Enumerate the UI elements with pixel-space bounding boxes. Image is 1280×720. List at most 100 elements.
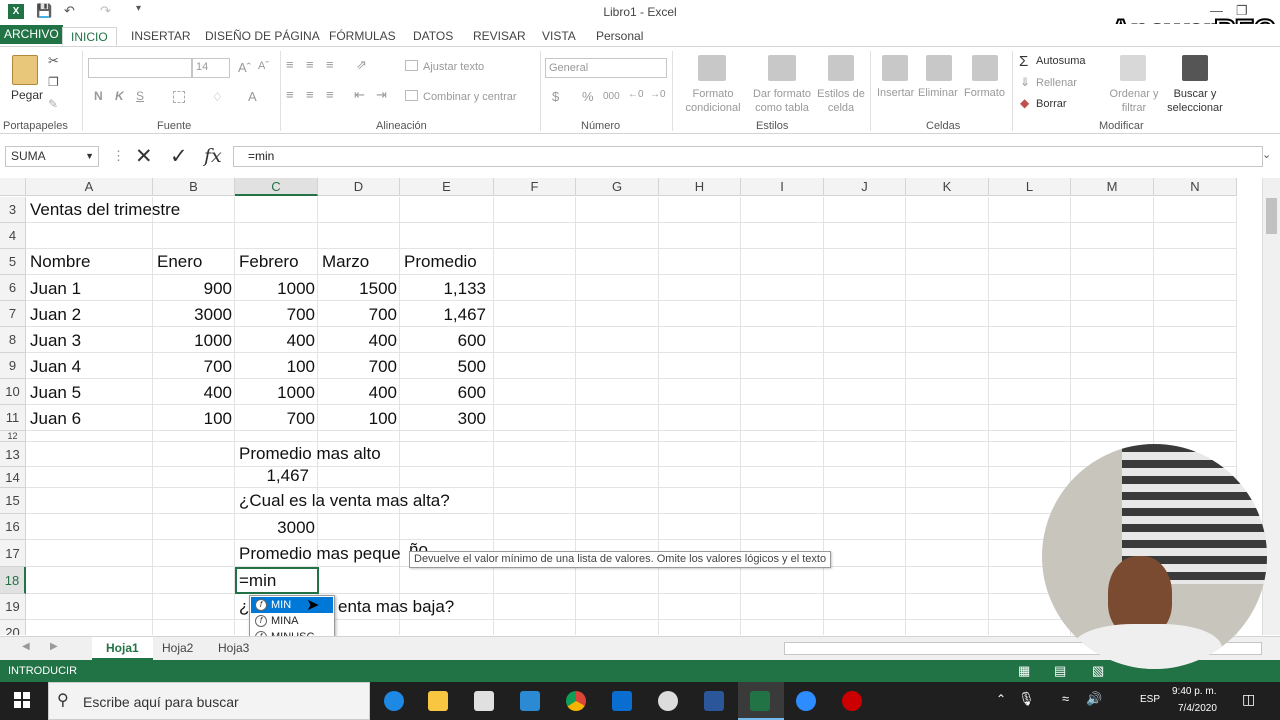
cell[interactable] bbox=[400, 514, 494, 540]
cell[interactable] bbox=[989, 327, 1071, 353]
cell[interactable] bbox=[576, 467, 659, 488]
cell[interactable] bbox=[494, 467, 576, 488]
delete-cells-icon[interactable] bbox=[926, 55, 952, 81]
cancel-entry-icon[interactable]: ✕ bbox=[135, 144, 153, 169]
row-header-12[interactable]: 12 bbox=[0, 431, 26, 442]
underline-button[interactable]: S bbox=[136, 89, 144, 103]
shrink-font-icon[interactable]: Aˇ bbox=[258, 60, 269, 72]
zoom-icon[interactable] bbox=[796, 691, 816, 711]
cell[interactable] bbox=[1071, 275, 1154, 301]
cell[interactable] bbox=[659, 301, 741, 327]
format-cells-icon[interactable] bbox=[972, 55, 998, 81]
cell[interactable] bbox=[659, 249, 741, 275]
cell[interactable] bbox=[494, 197, 576, 223]
cell[interactable] bbox=[26, 514, 153, 540]
italic-button[interactable]: K bbox=[115, 89, 124, 103]
cell[interactable] bbox=[906, 567, 989, 594]
cell[interactable] bbox=[153, 540, 235, 567]
cell[interactable] bbox=[400, 442, 494, 467]
cell[interactable] bbox=[400, 431, 494, 442]
row-header-7[interactable]: 7 bbox=[0, 301, 26, 327]
cell[interactable] bbox=[906, 249, 989, 275]
cell[interactable] bbox=[494, 223, 576, 249]
volume-icon[interactable]: 🔊 bbox=[1086, 691, 1102, 707]
row-header-8[interactable]: 8 bbox=[0, 327, 26, 353]
cell[interactable] bbox=[26, 467, 153, 488]
tray-language[interactable]: ESP bbox=[1140, 694, 1160, 705]
cell[interactable] bbox=[659, 488, 741, 514]
cell[interactable] bbox=[824, 223, 906, 249]
cell[interactable] bbox=[1154, 353, 1237, 379]
cell[interactable] bbox=[824, 431, 906, 442]
insert-cells-icon[interactable] bbox=[882, 55, 908, 81]
tab-data[interactable]: DATOS bbox=[413, 27, 453, 46]
column-header-d[interactable]: D bbox=[318, 178, 400, 196]
cell[interactable] bbox=[494, 620, 576, 635]
row-header-11[interactable]: 11 bbox=[0, 405, 26, 431]
cell[interactable] bbox=[906, 275, 989, 301]
row-header-18[interactable]: 18 bbox=[0, 567, 26, 594]
cell[interactable] bbox=[989, 431, 1071, 442]
remote-desktop-icon[interactable] bbox=[520, 691, 540, 711]
cell[interactable] bbox=[906, 223, 989, 249]
column-header-i[interactable]: I bbox=[741, 178, 824, 196]
find-select-button[interactable]: Buscar y seleccionar bbox=[1162, 87, 1228, 115]
cell[interactable] bbox=[741, 379, 824, 405]
cell[interactable] bbox=[741, 467, 824, 488]
column-header-k[interactable]: K bbox=[906, 178, 989, 196]
cell[interactable] bbox=[989, 197, 1071, 223]
network-icon[interactable]: ≈ bbox=[1062, 691, 1069, 706]
row-header-17[interactable]: 17 bbox=[0, 540, 26, 567]
column-header-h[interactable]: H bbox=[659, 178, 741, 196]
cell[interactable] bbox=[318, 514, 400, 540]
cell[interactable] bbox=[824, 442, 906, 467]
currency-button[interactable]: $ bbox=[552, 89, 559, 104]
cell[interactable] bbox=[26, 620, 153, 635]
format-cells-button[interactable]: Formato bbox=[964, 87, 1005, 99]
find-select-icon[interactable] bbox=[1182, 55, 1208, 81]
cell[interactable] bbox=[400, 620, 494, 635]
cell[interactable] bbox=[153, 620, 235, 635]
mail-icon[interactable] bbox=[612, 691, 632, 711]
row-header-4[interactable]: 4 bbox=[0, 223, 26, 249]
clear-button[interactable]: Borrar bbox=[1036, 98, 1067, 110]
align-top-icon[interactable]: ≡ bbox=[286, 57, 294, 72]
store-icon[interactable] bbox=[474, 691, 494, 711]
autocomplete-item-min[interactable]: f MIN bbox=[251, 597, 333, 613]
sort-filter-button[interactable]: Ordenar y filtrar bbox=[1106, 87, 1162, 115]
cell[interactable] bbox=[906, 431, 989, 442]
cell[interactable] bbox=[824, 353, 906, 379]
row-header-16[interactable]: 16 bbox=[0, 514, 26, 540]
insert-function-icon[interactable]: fx bbox=[204, 145, 222, 167]
cell[interactable] bbox=[235, 197, 318, 223]
row-header-9[interactable]: 9 bbox=[0, 353, 26, 379]
cell[interactable] bbox=[659, 275, 741, 301]
cell[interactable] bbox=[824, 467, 906, 488]
clock-date[interactable]: 7/4/2020 bbox=[1178, 703, 1217, 714]
column-header-e[interactable]: E bbox=[400, 178, 494, 196]
cell[interactable] bbox=[741, 594, 824, 620]
cell[interactable] bbox=[1071, 379, 1154, 405]
cell[interactable] bbox=[153, 488, 235, 514]
cell[interactable] bbox=[576, 223, 659, 249]
cell[interactable] bbox=[494, 405, 576, 431]
cell[interactable] bbox=[741, 197, 824, 223]
row-header-5[interactable]: 5 bbox=[0, 249, 26, 275]
active-cell-c18[interactable]: =min bbox=[235, 567, 319, 594]
cell[interactable] bbox=[318, 567, 400, 594]
cell[interactable] bbox=[741, 442, 824, 467]
align-center-icon[interactable]: ≡ bbox=[306, 87, 314, 102]
row-header-15[interactable]: 15 bbox=[0, 488, 26, 514]
cell[interactable] bbox=[659, 379, 741, 405]
word-icon[interactable] bbox=[704, 691, 724, 711]
cell[interactable] bbox=[400, 567, 494, 594]
row-header-10[interactable]: 10 bbox=[0, 379, 26, 405]
sheet-tab-hoja2[interactable]: Hoja2 bbox=[162, 637, 193, 660]
name-box[interactable]: SUMA ▼ bbox=[5, 146, 99, 167]
recorder-icon[interactable] bbox=[842, 691, 862, 711]
tab-page-layout[interactable]: DISEÑO DE PÁGINA bbox=[205, 27, 320, 46]
cell[interactable] bbox=[989, 405, 1071, 431]
cell[interactable] bbox=[1154, 327, 1237, 353]
tray-chevron-icon[interactable]: ⌃ bbox=[996, 692, 1006, 706]
fill-button[interactable]: Rellenar bbox=[1036, 77, 1077, 89]
